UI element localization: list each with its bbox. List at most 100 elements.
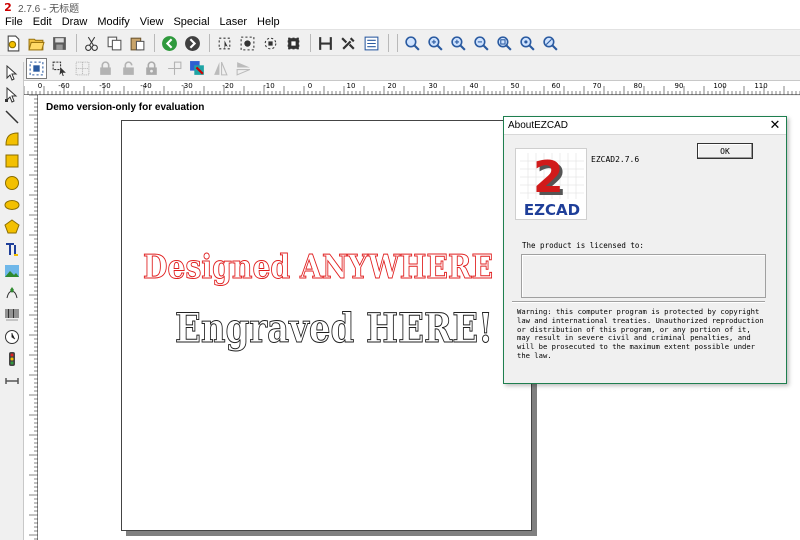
lock-all-button[interactable]	[141, 58, 162, 79]
rectangle-icon	[5, 154, 19, 168]
select-region-button[interactable]	[214, 33, 235, 54]
toolbar-separator	[76, 34, 77, 52]
menu-help[interactable]: Help	[252, 16, 285, 28]
unlock-button[interactable]	[118, 58, 139, 79]
line-icon	[5, 110, 19, 124]
new-file-button[interactable]	[3, 33, 24, 54]
toolbar-separator	[310, 34, 311, 52]
close-icon[interactable]: ✕	[768, 119, 782, 132]
bitmap-tool[interactable]	[1, 260, 23, 282]
zoom-select-button[interactable]	[517, 33, 538, 54]
toolbar-separator	[397, 34, 398, 52]
designed-anywhere-text[interactable]: Designed ANYWHERE	[143, 247, 494, 287]
hatch-button[interactable]	[315, 33, 336, 54]
node-select-icon	[264, 37, 277, 49]
menu-file[interactable]: File	[0, 16, 28, 28]
unlock-icon	[123, 60, 134, 75]
move-origin-button[interactable]	[164, 58, 185, 79]
ruler-label: -30	[181, 82, 192, 90]
license-label: The product is licensed to:	[522, 241, 644, 250]
color-object-button[interactable]	[187, 58, 208, 79]
license-box	[521, 254, 766, 298]
reverse-select-button[interactable]	[283, 33, 304, 54]
group-edit-icon	[52, 61, 66, 76]
menu-edit[interactable]: Edit	[28, 16, 57, 28]
menu-special[interactable]: Special	[168, 16, 214, 28]
ruler-label: 50	[511, 82, 520, 90]
input-port-tool[interactable]	[1, 348, 23, 370]
ruler-label: 0	[308, 82, 312, 90]
curve-icon	[5, 132, 19, 146]
zoom-all-button[interactable]	[540, 33, 561, 54]
crosshair-icon	[168, 61, 182, 75]
clock-icon	[5, 330, 19, 344]
zoom-in-step-button[interactable]	[448, 33, 469, 54]
align-button[interactable]	[26, 57, 47, 79]
zoom-out-button[interactable]	[471, 33, 492, 54]
lock-button[interactable]	[95, 58, 116, 79]
timer-tool[interactable]	[1, 326, 23, 348]
save-button[interactable]	[49, 33, 70, 54]
redo-button[interactable]	[182, 33, 203, 54]
new-file-icon	[7, 35, 20, 51]
ellipse-tool[interactable]	[1, 194, 23, 216]
bitmap-icon	[5, 265, 19, 277]
circle-icon	[5, 176, 19, 190]
line-tool[interactable]	[1, 106, 23, 128]
curve-tool[interactable]	[1, 128, 23, 150]
group-edit-button[interactable]	[49, 58, 70, 79]
zoom-all-icon	[543, 35, 558, 51]
text-icon	[6, 243, 18, 256]
grid-button[interactable]	[72, 58, 93, 79]
properties-icon	[364, 36, 379, 50]
ok-button[interactable]: OK	[697, 143, 753, 159]
ruler-label: -10	[263, 82, 274, 90]
title-bar: 2 2.7.6 - 无标题	[0, 0, 800, 15]
rectangle-tool[interactable]	[1, 150, 23, 172]
copy-icon	[107, 36, 122, 50]
left-toolbar	[0, 62, 24, 540]
window-title: 2.7.6 - 无标题	[18, 3, 80, 15]
tools-button[interactable]	[338, 33, 359, 54]
logo-wordmark: EZCAD	[524, 201, 580, 219]
node-select-button[interactable]	[260, 33, 281, 54]
zoom-fit-button[interactable]	[494, 33, 515, 54]
output-port-tool[interactable]	[1, 370, 23, 392]
undo-button[interactable]	[159, 33, 180, 54]
vector-file-tool[interactable]	[1, 282, 23, 304]
text-tool[interactable]	[1, 238, 23, 260]
properties-button[interactable]	[361, 33, 382, 54]
lock-icon	[100, 60, 111, 75]
barcode-tool[interactable]	[1, 304, 23, 326]
grid-icon	[75, 61, 90, 75]
zoom-in-button[interactable]	[425, 33, 446, 54]
select-all-button[interactable]	[237, 33, 258, 54]
node-edit-tool[interactable]	[1, 84, 23, 106]
mirror-horizontal-button[interactable]	[210, 58, 231, 79]
engraved-here-text[interactable]: Engraved HERE!	[175, 305, 494, 353]
ruler-label: 80	[634, 82, 643, 90]
redo-icon	[185, 35, 200, 51]
ruler-label: 10	[347, 82, 356, 90]
zoom-button[interactable]	[402, 33, 423, 54]
dialog-divider	[512, 301, 765, 303]
menu-draw[interactable]: Draw	[57, 16, 93, 28]
circle-tool[interactable]	[1, 172, 23, 194]
zoom-select-icon	[520, 35, 535, 51]
zoom-in-icon	[451, 35, 466, 51]
menu-modify[interactable]: Modify	[92, 16, 134, 28]
paste-button[interactable]	[127, 33, 148, 54]
cut-button[interactable]	[81, 33, 102, 54]
ruler-label: 100	[713, 82, 726, 90]
select-tool[interactable]	[1, 62, 23, 84]
menu-view[interactable]: View	[135, 16, 169, 28]
menu-laser[interactable]: Laser	[215, 16, 253, 28]
main-toolbar	[0, 31, 800, 56]
lock-all-icon	[146, 60, 157, 75]
edit-toolbar	[0, 56, 800, 81]
mirror-vertical-button[interactable]	[233, 58, 254, 79]
open-button[interactable]	[26, 33, 47, 54]
polygon-tool[interactable]	[1, 216, 23, 238]
copy-button[interactable]	[104, 33, 125, 54]
dialog-title-bar: AboutEZCAD ✕	[504, 117, 786, 135]
